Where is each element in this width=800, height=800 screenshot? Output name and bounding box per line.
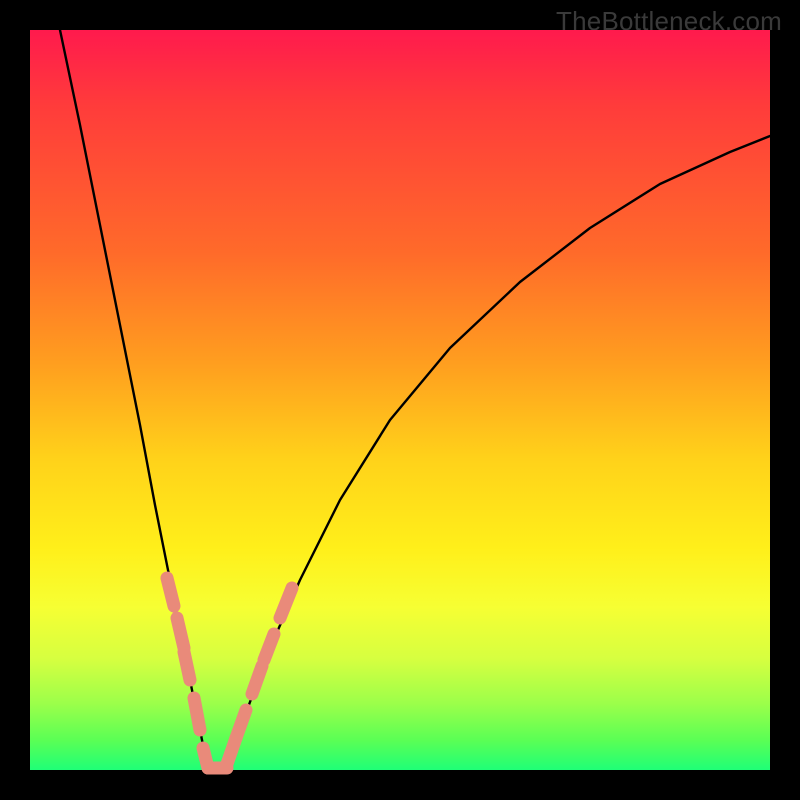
plot-area <box>30 30 770 770</box>
highlight-segment <box>194 698 200 730</box>
highlight-segment <box>252 666 262 694</box>
stage: TheBottleneck.com <box>0 0 800 800</box>
highlight-segment <box>184 652 190 680</box>
right-curve <box>225 136 770 768</box>
highlight-segments <box>167 578 292 768</box>
highlight-segment <box>264 634 274 660</box>
highlight-segment <box>236 710 246 738</box>
highlight-segment <box>280 588 292 618</box>
chart-svg <box>30 30 770 770</box>
curve-layer <box>60 30 770 768</box>
highlight-segment <box>177 618 184 648</box>
highlight-segment <box>167 578 174 606</box>
